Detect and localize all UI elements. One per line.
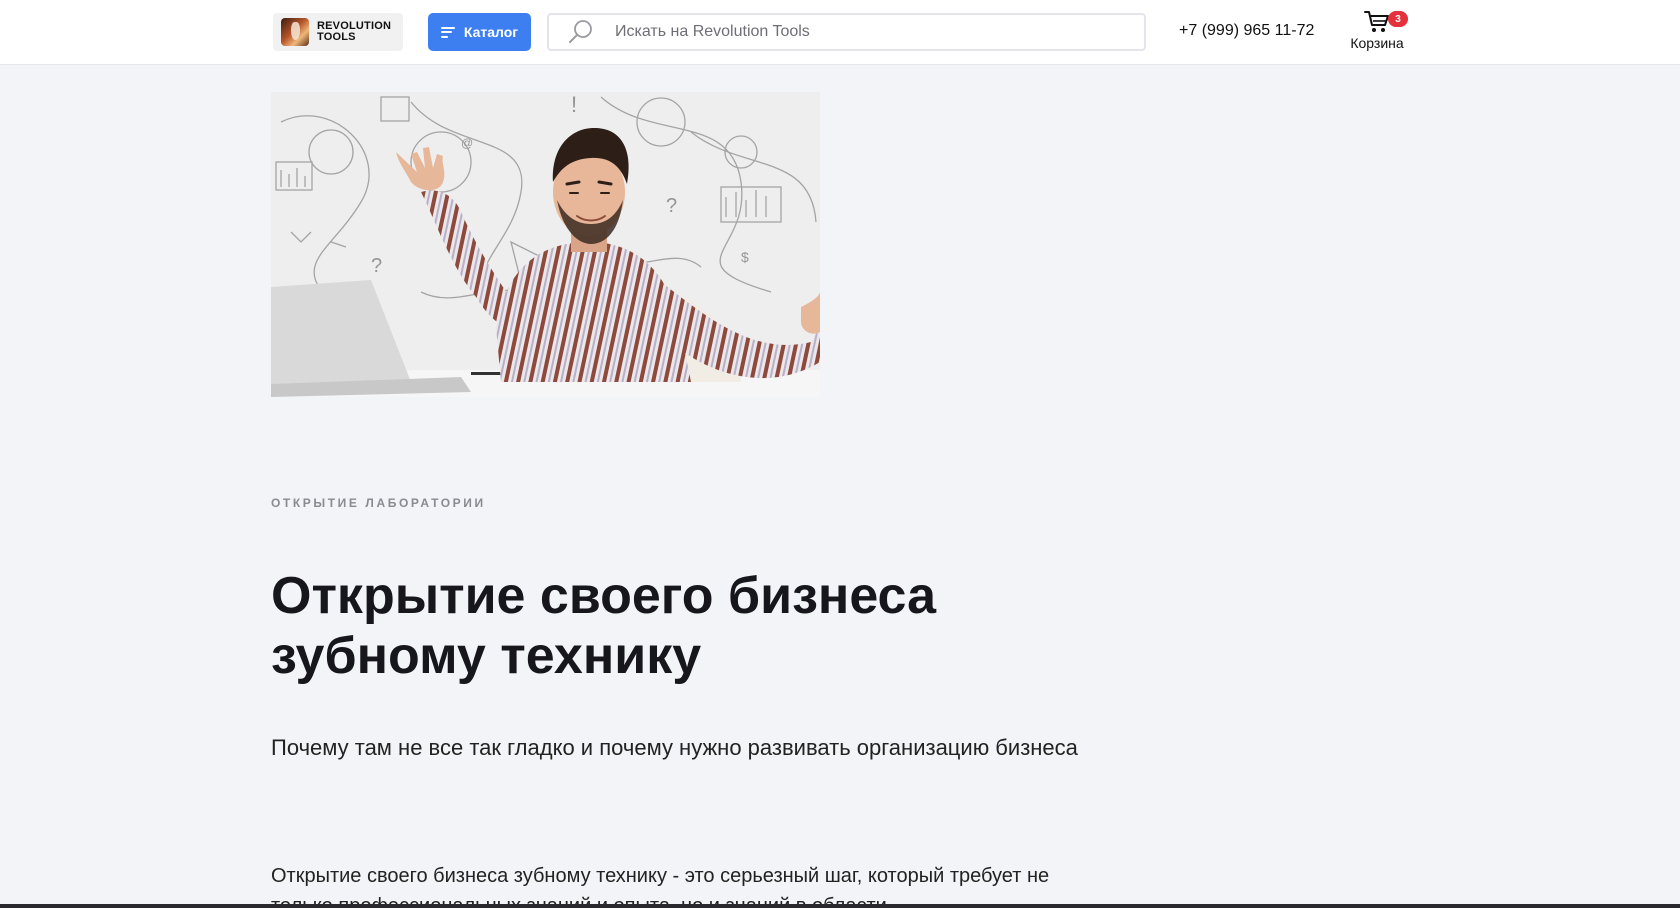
search-bar [547, 13, 1146, 51]
article-category: ОТКРЫТИЕ ЛАБОРАТОРИИ [271, 496, 486, 510]
cart-count-badge: 3 [1388, 11, 1408, 27]
article-hero-image: @ ! $ ? ? [271, 92, 820, 397]
logo-text: REVOLUTION TOOLS [317, 21, 391, 43]
menu-icon [440, 26, 455, 38]
cart-button[interactable]: Корзина 3 [1344, 10, 1410, 56]
logo[interactable]: REVOLUTION TOOLS [273, 13, 403, 51]
svg-text:?: ? [666, 195, 677, 217]
cart-icon [1364, 11, 1389, 32]
article-subtitle: Почему там не все так гладко и почему ну… [271, 735, 1078, 760]
catalog-button[interactable]: Каталог [428, 13, 531, 51]
logo-line-2: TOOLS [317, 31, 356, 43]
svg-text:$: $ [741, 249, 749, 265]
cart-label: Корзина [1350, 35, 1404, 51]
window-bottom-edge [0, 904, 1680, 908]
logo-icon [281, 18, 309, 46]
site-header: REVOLUTION TOOLS Каталог +7 (999) 965 11… [0, 0, 1680, 64]
svg-text:?: ? [371, 255, 382, 277]
article-title: Открытие своего бизнеса зубному технику [271, 567, 937, 685]
search-input[interactable] [615, 15, 1115, 49]
svg-text:@: @ [461, 136, 473, 150]
catalog-label: Каталог [463, 24, 519, 40]
search-icon [569, 20, 592, 43]
article-body: Открытие своего бизнеса зубному технику … [271, 865, 1050, 908]
phone-link[interactable]: +7 (999) 965 11-72 [1179, 22, 1314, 40]
svg-text:!: ! [571, 92, 577, 117]
